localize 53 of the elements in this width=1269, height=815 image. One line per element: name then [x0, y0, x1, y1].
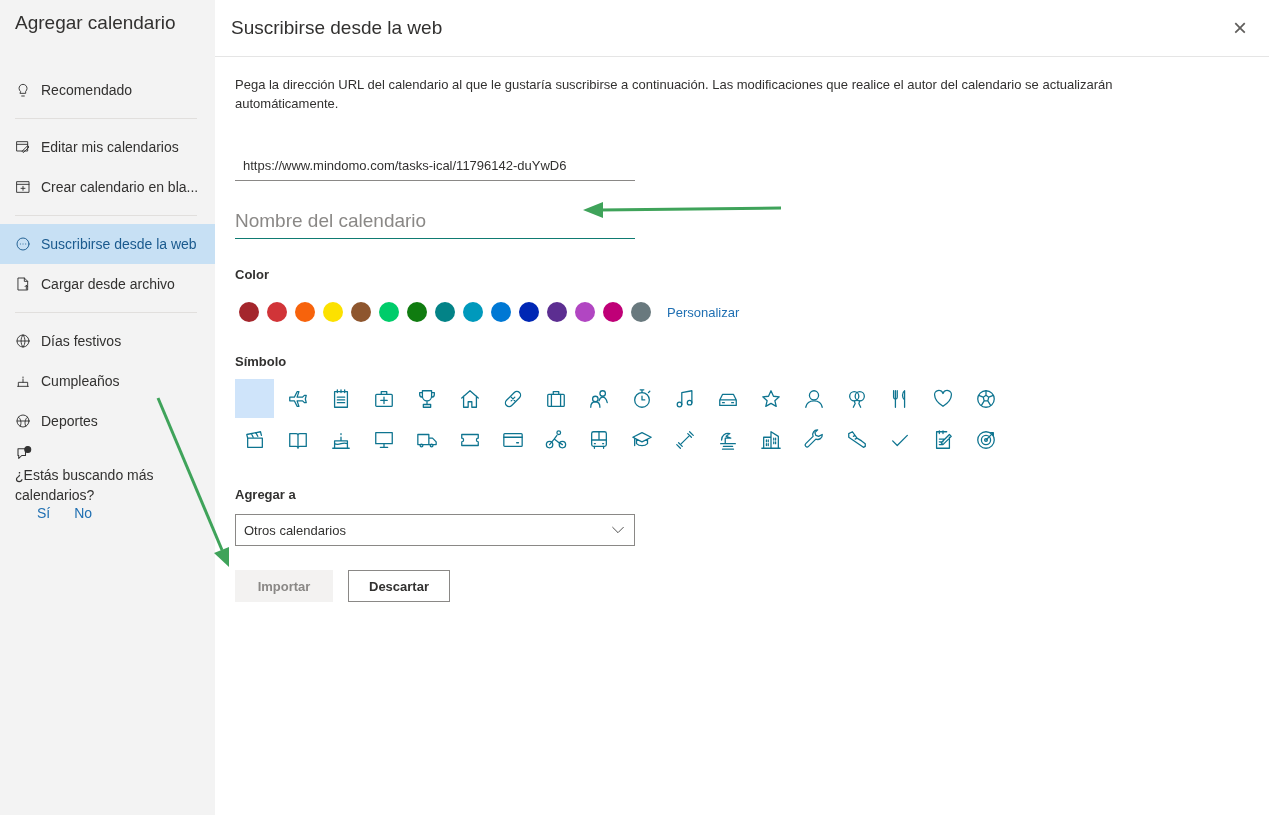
target-icon	[974, 428, 997, 451]
feedback-question: ¿Estás buscando más calendarios?	[15, 466, 155, 505]
color-swatch[interactable]	[547, 302, 567, 322]
sidebar-item[interactable]: Cumpleaños	[0, 361, 215, 401]
color-swatch[interactable]	[323, 302, 343, 322]
color-swatch[interactable]	[519, 302, 539, 322]
color-label: Color	[235, 267, 270, 282]
clapperboard-icon	[243, 428, 266, 451]
sidebar-item[interactable]: Días festivos	[0, 321, 215, 361]
color-swatch[interactable]	[491, 302, 511, 322]
edit-calendar-icon	[15, 139, 31, 155]
people-icon	[587, 387, 610, 410]
color-swatch[interactable]	[435, 302, 455, 322]
customize-link[interactable]: Personalizar	[667, 304, 740, 320]
color-swatch[interactable]	[239, 302, 259, 322]
yes-link[interactable]: Sí	[37, 505, 51, 521]
close-button[interactable]: ×	[1227, 15, 1253, 41]
dialog-title: Suscribirse desde la web	[231, 17, 443, 39]
buildings-icon	[759, 428, 782, 451]
description-text: Pega la dirección URL del calendario al que le gustaría suscribirse a continuación. Las modificaciones que realice el autor del calendario se actualizarán automáticamente.	[235, 76, 1114, 113]
color-swatch[interactable]	[351, 302, 371, 322]
color-swatch[interactable]	[575, 302, 595, 322]
dumbbell-icon	[673, 428, 696, 451]
sidebar-item[interactable]: Recomendado	[0, 70, 215, 110]
color-swatch[interactable]	[603, 302, 623, 322]
color-swatch[interactable]	[463, 302, 483, 322]
file-upload-icon	[15, 276, 31, 292]
no-link[interactable]: No	[74, 505, 93, 521]
person-icon	[802, 387, 825, 410]
sidebar-item[interactable]: Cargar desde archivo	[0, 264, 215, 304]
wrench-icon	[802, 428, 825, 451]
sidebar-item[interactable]: Suscribirse desde la web	[0, 224, 215, 264]
color-swatch[interactable]	[267, 302, 287, 322]
star-icon	[759, 387, 782, 410]
house-icon	[458, 387, 481, 410]
sidebar-item[interactable]: Crear calendario en bla...	[0, 167, 215, 207]
calendar-dropdown[interactable]: Otros calendarios	[235, 514, 635, 546]
add-to-label: Agregar a	[235, 487, 297, 502]
cyclist-icon	[544, 428, 567, 451]
color-swatch[interactable]	[407, 302, 427, 322]
color-swatch[interactable]	[295, 302, 315, 322]
sidebar-item[interactable]: Deportes	[0, 401, 215, 441]
add-calendar-icon	[15, 179, 31, 195]
symbol-label: Símbolo	[235, 354, 288, 369]
color-swatch[interactable]	[379, 302, 399, 322]
discard-button[interactable]: Descartar	[348, 570, 450, 602]
sidebar-title: Agregar calendario	[15, 12, 177, 34]
soccer-ball-icon	[974, 387, 997, 410]
sidebar-item[interactable]: Editar mis calendarios	[0, 127, 215, 167]
color-swatch[interactable]	[631, 302, 651, 322]
heart-icon	[931, 387, 954, 410]
lightbulb-icon	[15, 82, 31, 98]
ball-icon	[15, 413, 31, 429]
